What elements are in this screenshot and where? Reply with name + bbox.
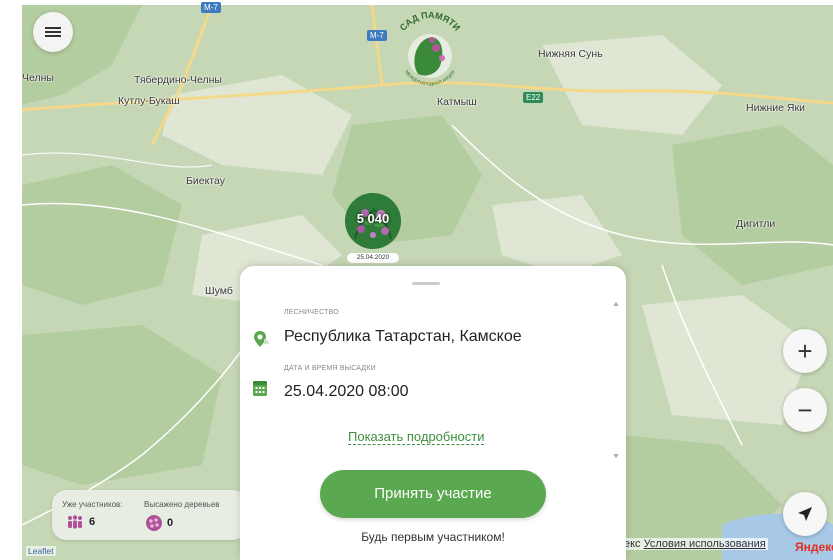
panel-scrollbar[interactable] (612, 300, 620, 460)
sad-pamyati-logo: САД ПАМЯТИ МЕЖДУНАРОДНАЯ АКЦИЯ (380, 10, 480, 100)
place-label: Тябердино-Челны (134, 74, 222, 86)
tree-cluster-marker[interactable]: 5 040 25.04.2020 (343, 193, 403, 268)
left-strip (0, 0, 22, 560)
event-details-panel: ЛЕСНИЧЕСТВО Республика Татарстан, Камско… (240, 266, 626, 560)
app-frame: Челны Тябердино-Челны Кутлу-Букаш Нижняя… (0, 0, 833, 560)
calendar-icon (253, 381, 267, 396)
road-badge: E22 (523, 92, 544, 103)
forestry-label: ЛЕСНИЧЕСТВО (284, 309, 339, 316)
place-label: Нижние Яки (746, 102, 805, 114)
trees-label: Высажено деревьев (144, 500, 220, 509)
date-label: ДАТА И ВРЕМЯ ВЫСАДКИ (284, 365, 376, 372)
stats-widget: Уже участников: Высажено деревьев 6 0 (52, 490, 247, 540)
scroll-down-arrow[interactable] (613, 454, 619, 458)
menu-button[interactable] (33, 12, 73, 52)
terms-link[interactable]: Условия использования (644, 538, 766, 550)
cluster-date: 25.04.2020 (347, 253, 399, 263)
participants-count: 6 (89, 516, 96, 528)
place-label: Биектау (186, 175, 225, 187)
yandex-logo: Яндекс (795, 540, 833, 554)
locate-button[interactable] (783, 492, 827, 536)
participate-button[interactable]: Принять участие (320, 470, 546, 518)
participants-stat: 6 (66, 515, 95, 529)
date-value: 25.04.2020 08:00 (284, 383, 409, 400)
first-participant-note: Будь первым участником! (361, 530, 505, 544)
road-badge: M-7 (201, 2, 221, 13)
trees-stat: 0 (146, 515, 173, 531)
scroll-up-arrow[interactable] (613, 302, 619, 306)
place-label: Челны (22, 72, 54, 84)
drag-handle[interactable] (412, 282, 440, 285)
show-details-link[interactable]: Показать подробности (348, 429, 485, 445)
zoom-in-button[interactable]: + (783, 329, 827, 373)
participants-label: Уже участников: (62, 500, 123, 509)
logo-title: САД ПАМЯТИ (398, 10, 463, 33)
map-attribution: екс Условия использования (622, 538, 768, 550)
navigation-arrow-icon (798, 507, 812, 521)
place-label: Дигитли (736, 218, 776, 230)
leaflet-attribution-link[interactable]: Leaflet (26, 546, 56, 556)
cluster-count: 5 040 (356, 211, 390, 226)
zoom-out-button[interactable]: − (783, 388, 827, 432)
tree-flower-icon (146, 515, 162, 531)
trees-count: 0 (167, 517, 174, 529)
provider-fragment: екс (624, 538, 641, 550)
svg-text:САД ПАМЯТИ: САД ПАМЯТИ (398, 10, 463, 33)
people-icon (68, 515, 82, 529)
forestry-value: Республика Татарстан, Камское (284, 328, 522, 345)
place-label: Кутлу-Букаш (118, 95, 180, 107)
menu-icon (45, 25, 61, 39)
place-label: Нижняя Сунь (538, 48, 603, 60)
location-pin-icon (254, 331, 269, 347)
place-label: Шумб (205, 285, 233, 297)
